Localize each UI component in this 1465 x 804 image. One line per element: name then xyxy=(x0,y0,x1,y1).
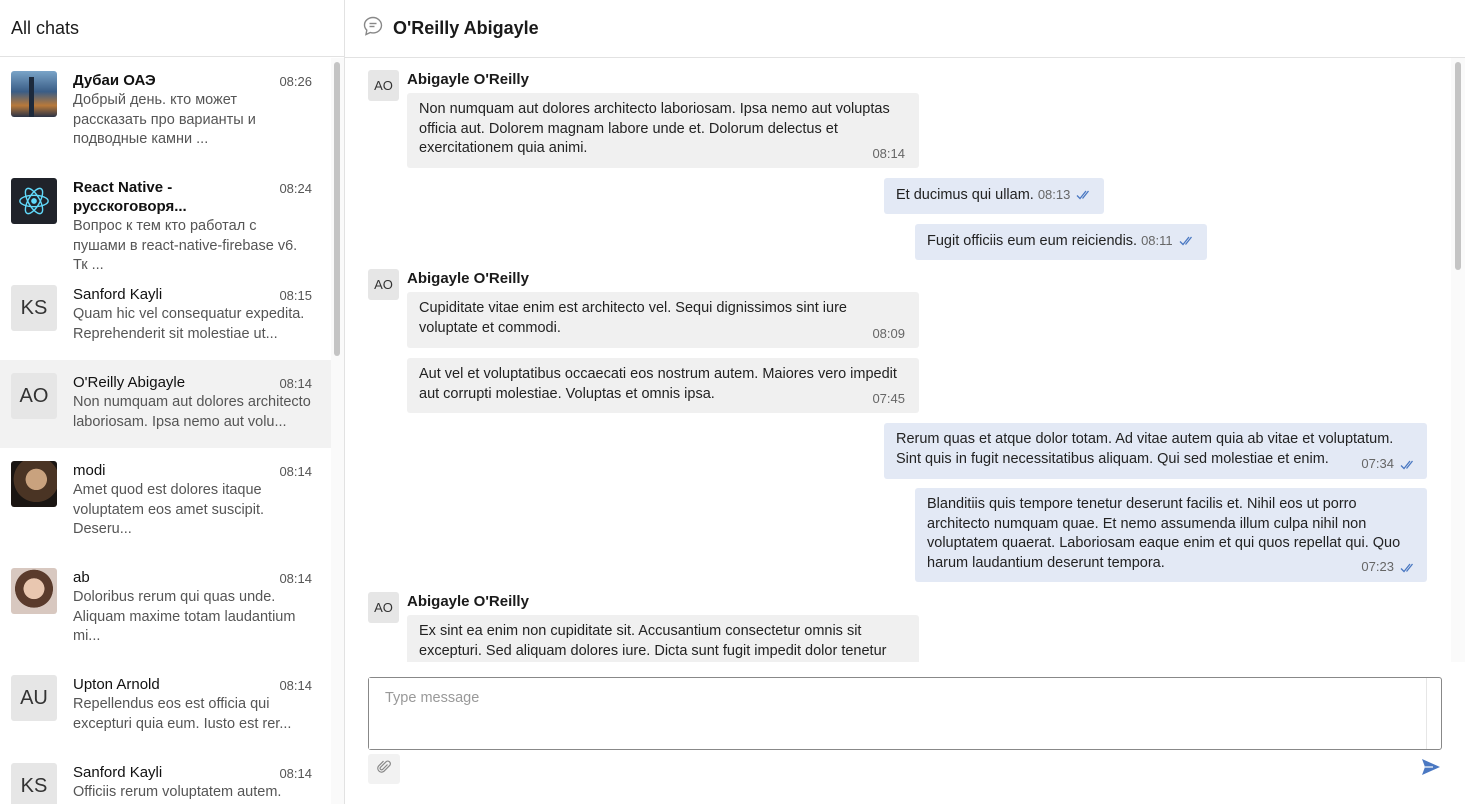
double-check-icon xyxy=(1400,460,1414,470)
message-text: Aut vel et voluptatibus occaecati eos no… xyxy=(419,366,897,402)
react-logo-icon xyxy=(11,178,57,224)
chat-time: 08:15 xyxy=(279,288,312,303)
message-input[interactable] xyxy=(369,678,1427,749)
chat-time: 08:14 xyxy=(279,571,312,586)
send-button[interactable] xyxy=(1418,756,1444,782)
message-time: 07:34 xyxy=(1361,456,1394,472)
chat-avatar-image xyxy=(11,568,57,614)
chat-preview: Amet quod est dolores itaque voluptatem … xyxy=(73,482,265,537)
outgoing-message[interactable]: Fugit officiis eum eum reiciendis. 08:11 xyxy=(915,224,1207,260)
sender-avatar: AO xyxy=(368,269,399,300)
chat-list-item[interactable]: KS Sanford Kayli 08:15 Quam hic vel cons… xyxy=(0,272,331,360)
chat-list: Дубаи ОАЭ 08:26 Добрый день. кто может р… xyxy=(0,58,331,804)
chat-list-item[interactable]: React Native - русскоговоря... 08:24 Воп… xyxy=(0,165,331,273)
chat-name: Upton Arnold xyxy=(73,676,160,693)
sender-name: Abigayle O'Reilly xyxy=(407,270,529,287)
sidebar-title: All chats xyxy=(0,0,344,57)
incoming-message[interactable]: Non numquam aut dolores architecto labor… xyxy=(407,93,919,168)
message-text: Non numquam aut dolores architecto labor… xyxy=(419,101,890,157)
message-text: Cupiditate vitae enim est architecto vel… xyxy=(419,300,847,336)
chat-sidebar: All chats Дубаи ОАЭ 08:26 Добрый день. к… xyxy=(0,0,345,804)
sidebar-scrollbar[interactable] xyxy=(331,58,344,804)
sender-avatar: AO xyxy=(368,70,399,101)
sender-name: Abigayle O'Reilly xyxy=(407,71,529,88)
chat-header: O'Reilly Abigayle xyxy=(345,0,1465,58)
chat-avatar-initials: KS xyxy=(11,285,57,331)
chat-time: 08:14 xyxy=(279,678,312,693)
chat-list-item[interactable]: modi 08:14 Amet quod est dolores itaque … xyxy=(0,448,331,555)
chat-avatar-initials: KS xyxy=(11,763,57,804)
double-check-icon xyxy=(1179,236,1192,246)
send-icon xyxy=(1420,756,1442,783)
chat-list-item[interactable]: Дубаи ОАЭ 08:26 Добрый день. кто может р… xyxy=(0,58,331,165)
incoming-message[interactable]: Aut vel et voluptatibus occaecati eos no… xyxy=(407,358,919,413)
sidebar-scrollbar-thumb[interactable] xyxy=(334,62,340,356)
messages-scrollbar-thumb[interactable] xyxy=(1455,62,1461,270)
chat-preview: Добрый день. кто может рассказать про ва… xyxy=(73,92,256,147)
paperclip-icon xyxy=(376,759,392,780)
chat-list-item-active[interactable]: AO O'Reilly Abigayle 08:14 Non numquam a… xyxy=(0,360,331,448)
chat-preview: Вопрос к тем кто работал с пушами в reac… xyxy=(73,218,298,273)
incoming-message[interactable]: Cupiditate vitae enim est architecto vel… xyxy=(407,292,919,348)
chat-preview: Repellendus eos est officia qui exceptur… xyxy=(73,696,292,732)
chat-list-item[interactable]: ab 08:14 Doloribus rerum qui quas unde. … xyxy=(0,555,331,662)
double-check-icon xyxy=(1400,563,1414,573)
chat-preview: Quam hic vel consequatur expedita. Repre… xyxy=(73,306,305,342)
chat-name: ab xyxy=(73,569,90,586)
chat-time: 08:14 xyxy=(279,464,312,479)
chat-avatar-image xyxy=(11,71,57,117)
message-time: 07:45 xyxy=(872,391,905,407)
double-check-icon xyxy=(1076,190,1090,200)
outgoing-message[interactable]: Rerum quas et atque dolor totam. Ad vita… xyxy=(884,423,1427,479)
message-time: 08:14 xyxy=(872,146,905,162)
chat-preview: Doloribus rerum qui quas unde. Aliquam m… xyxy=(73,589,296,644)
message-list: AO Abigayle O'Reilly Non numquam aut dol… xyxy=(345,58,1465,662)
message-time: 08:09 xyxy=(872,326,905,342)
outgoing-message[interactable]: Et ducimus qui ullam. 08:13 xyxy=(884,178,1105,214)
chat-avatar-initials: AO xyxy=(11,373,57,419)
message-time: 08:11 xyxy=(1141,233,1173,248)
chat-time: 08:14 xyxy=(279,766,312,781)
chat-name: Sanford Kayli xyxy=(73,286,163,303)
outgoing-message[interactable]: Blanditiis quis tempore tenetur deserunt… xyxy=(915,488,1427,582)
incoming-message[interactable]: Ex sint ea enim non cupiditate sit. Accu… xyxy=(407,615,919,662)
message-text: Rerum quas et atque dolor totam. Ad vita… xyxy=(896,431,1394,467)
chat-list-item[interactable]: KS Sanford Kayli 08:14 Officiis rerum vo… xyxy=(0,750,331,804)
chat-name: O'Reilly Abigayle xyxy=(73,374,186,391)
sender-name: Abigayle O'Reilly xyxy=(407,593,529,610)
chat-list-item[interactable]: AU Upton Arnold 08:14 Repellendus eos es… xyxy=(0,662,331,750)
messages-scrollbar[interactable] xyxy=(1451,58,1465,662)
sender-avatar: AO xyxy=(368,592,399,623)
chat-avatar-initials: AU xyxy=(11,675,57,721)
chat-title: O'Reilly Abigayle xyxy=(393,18,539,38)
attach-button[interactable] xyxy=(368,754,400,784)
message-text: Fugit officiis eum eum reiciendis. xyxy=(927,233,1138,249)
chat-name: modi xyxy=(73,462,106,479)
chat-time: 08:24 xyxy=(279,181,312,196)
message-time: 07:23 xyxy=(1361,559,1394,575)
message-composer xyxy=(368,677,1442,750)
chat-avatar-image xyxy=(11,461,57,507)
message-text: Ex sint ea enim non cupiditate sit. Accu… xyxy=(419,623,887,659)
chat-preview: Officiis rerum voluptatem autem. xyxy=(73,784,282,800)
chat-time: 08:14 xyxy=(279,376,312,391)
chat-bubble-icon xyxy=(362,15,384,42)
message-time: 08:13 xyxy=(1037,187,1071,202)
chat-name: React Native - русскоговоря... xyxy=(73,179,187,215)
message-text: Et ducimus qui ullam. xyxy=(896,187,1034,203)
chat-name: Sanford Kayli xyxy=(73,764,163,781)
message-text: Blanditiis quis tempore tenetur deserunt… xyxy=(927,496,1401,571)
chat-name: Дубаи ОАЭ xyxy=(73,72,156,89)
chat-time: 08:26 xyxy=(279,74,312,89)
chat-preview: Non numquam aut dolores architecto labor… xyxy=(73,394,311,430)
